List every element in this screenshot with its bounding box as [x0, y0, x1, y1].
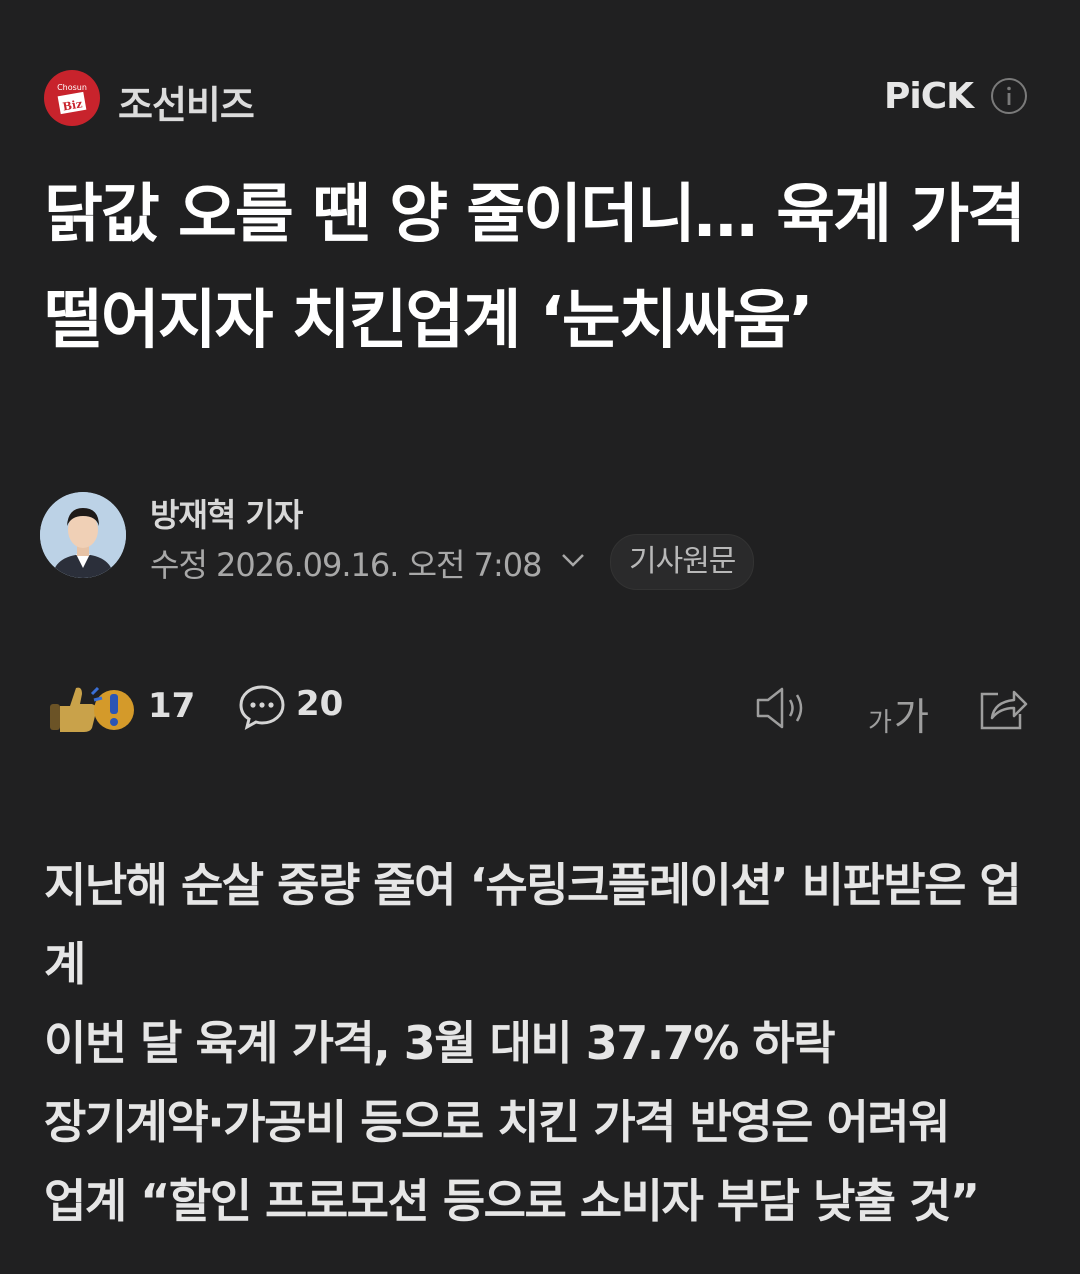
- speaker-icon[interactable]: [754, 686, 810, 730]
- comment-count[interactable]: 20: [296, 684, 343, 724]
- summary-line: 장기계약·가공비 등으로 치킨 가격 반영은 어려워: [44, 1095, 950, 1149]
- author-avatar[interactable]: [40, 492, 126, 578]
- summary-line: 지난해 순살 중량 줄여 ‘슈링크플레이션’ 비판받은 업계: [44, 858, 1022, 991]
- article-headline: 닭값 오를 땐 양 줄이더니… 육계 가격 떨어지자 치킨업계 ‘눈치싸움’: [44, 178, 1026, 358]
- original-article-button[interactable]: 기사원문: [610, 534, 755, 590]
- reaction-count: 17: [148, 686, 196, 726]
- article-timestamp: 수정 2026.09.16. 오전 7:08: [150, 546, 543, 584]
- press-header: Chosun Biz 조선비즈 PiCK: [44, 70, 1036, 128]
- author-section: 방재혁 기자 수정 2026.09.16. 오전 7:08 기사원문: [40, 490, 1040, 590]
- press-logo[interactable]: Chosun Biz: [44, 70, 100, 126]
- chevron-down-icon[interactable]: [558, 548, 588, 572]
- author-name[interactable]: 방재혁 기자: [150, 490, 303, 536]
- info-icon[interactable]: [990, 77, 1028, 115]
- press-name[interactable]: 조선비즈: [118, 74, 255, 129]
- pick-label: PiCK: [884, 76, 974, 117]
- article-actions: 17 20 가 가: [44, 674, 1036, 740]
- share-icon[interactable]: [976, 682, 1030, 734]
- summary-line: 업계 “할인 프로모션 등으로 소비자 부담 낮출 것”: [44, 1174, 980, 1228]
- font-size-large-label: 가: [894, 695, 929, 739]
- comment-icon[interactable]: [238, 684, 286, 730]
- logo-text-top: Chosun: [57, 83, 87, 92]
- font-size-button[interactable]: 가 가: [866, 682, 936, 739]
- article-summary: 지난해 순살 중량 줄여 ‘슈링크플레이션’ 비판받은 업계 이번 달 육계 가…: [44, 846, 1044, 1241]
- summary-line: 이번 달 육계 가격, 3월 대비 37.7% 하락: [44, 1016, 836, 1070]
- logo-text-bottom: Biz: [62, 97, 84, 113]
- font-size-small-label: 가: [868, 708, 892, 738]
- reaction-icon[interactable]: [48, 680, 142, 736]
